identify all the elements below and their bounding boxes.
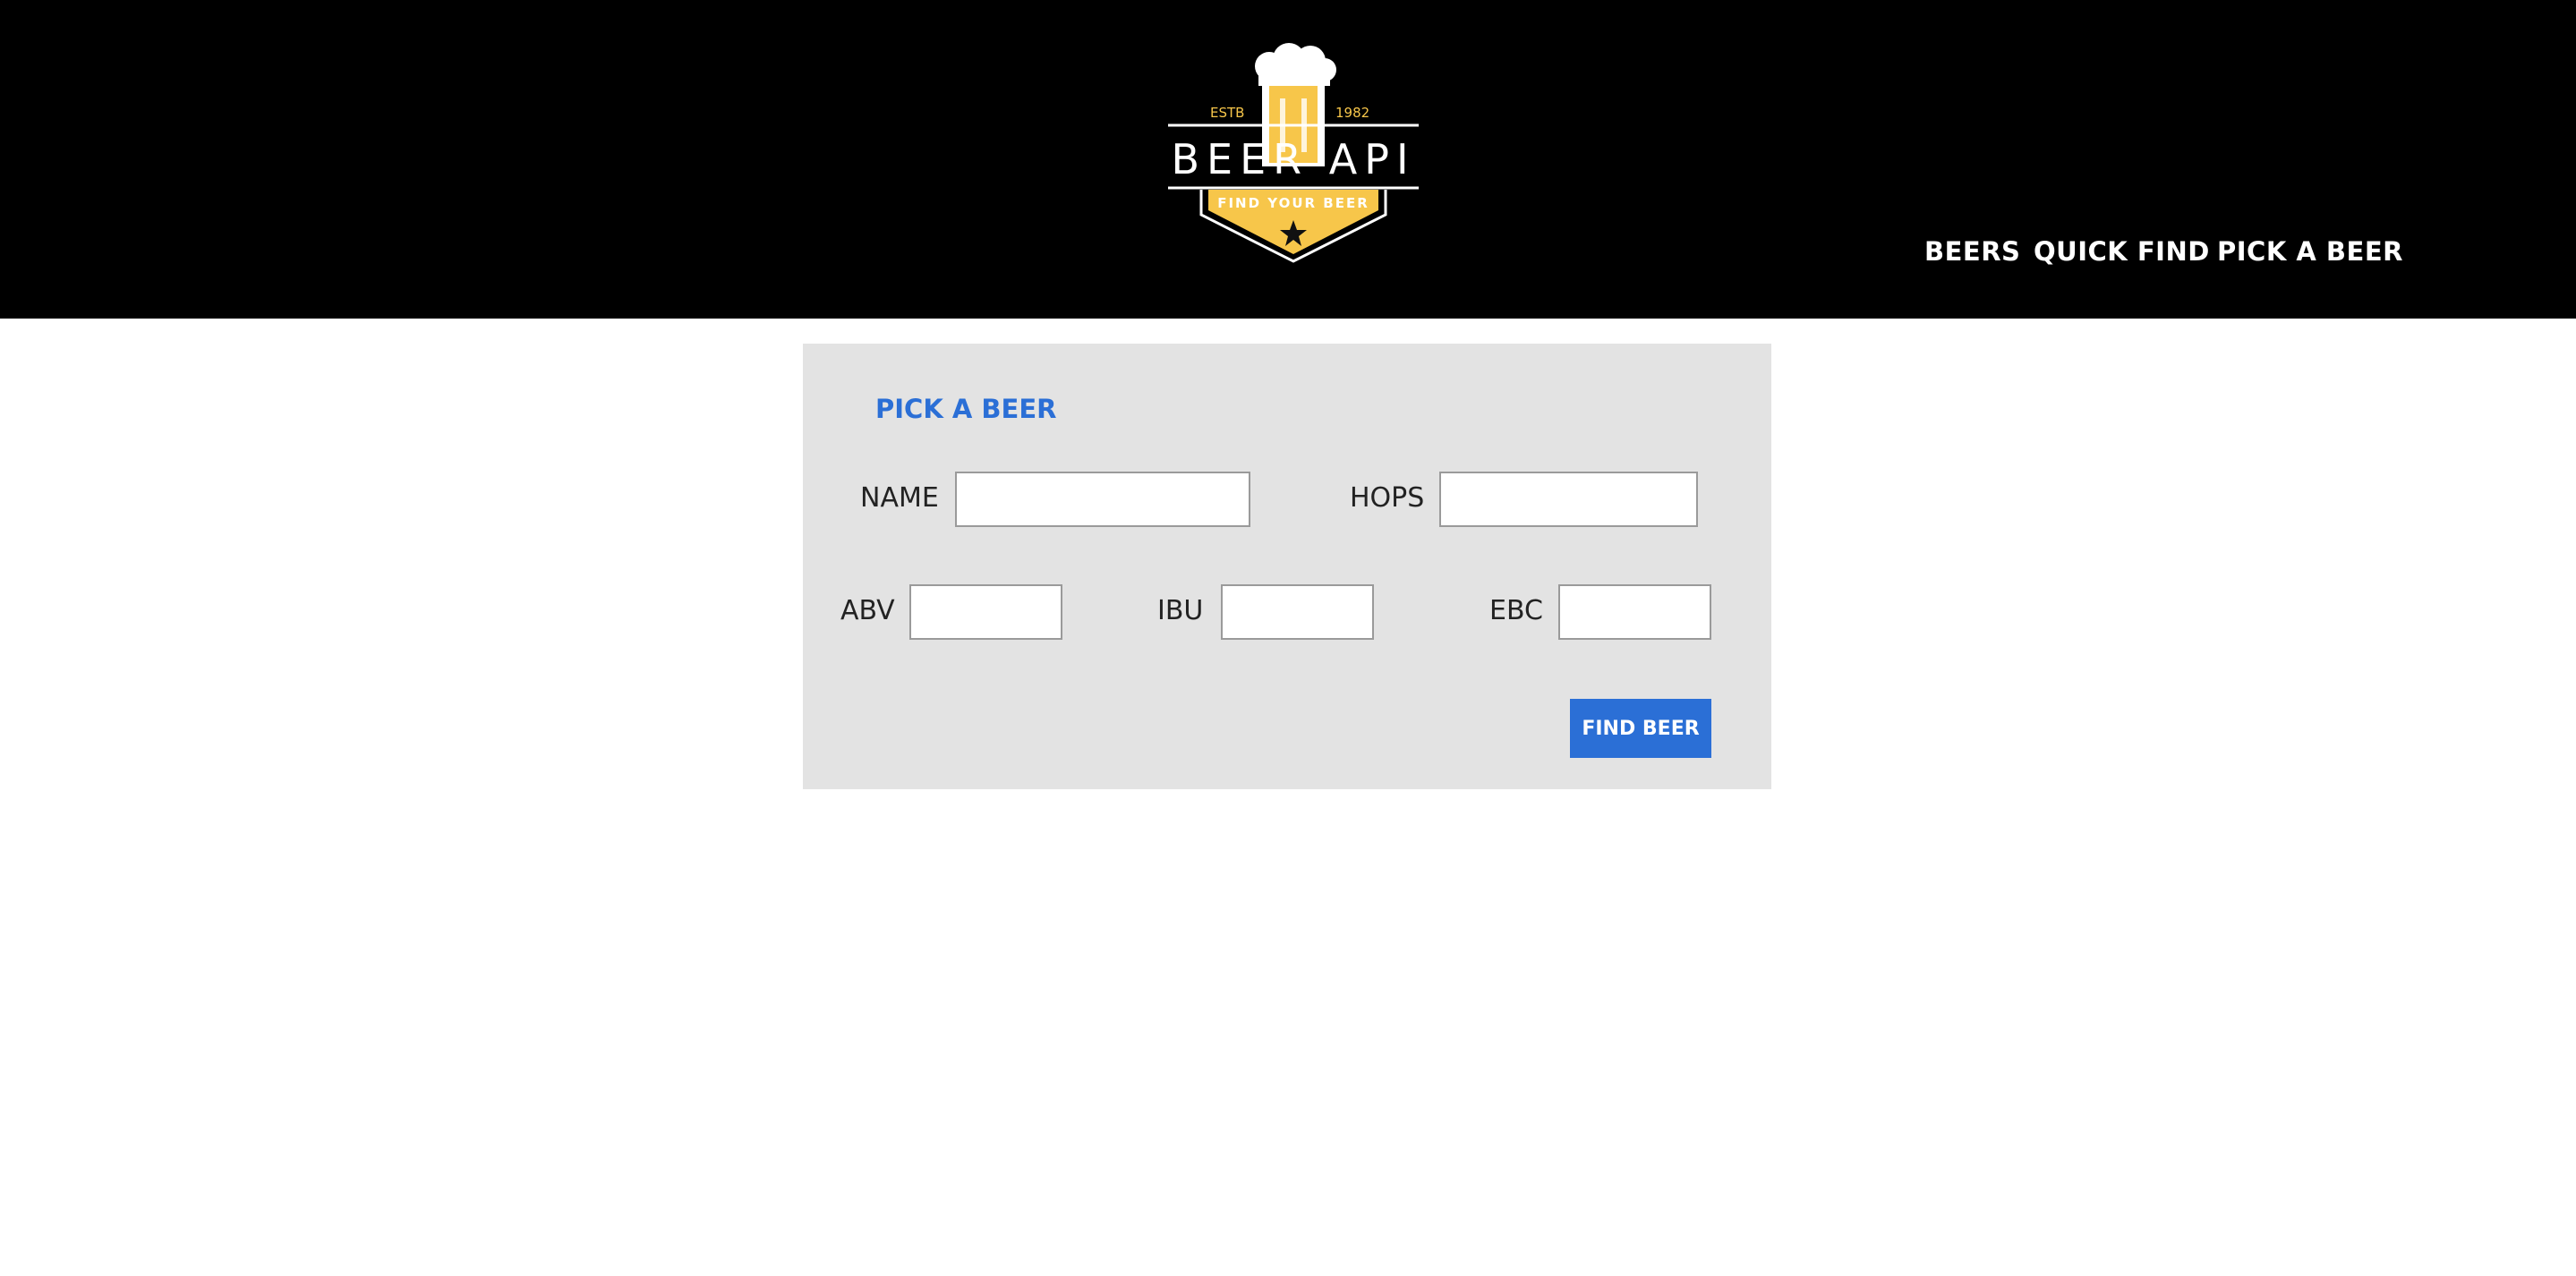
pick-a-beer-panel: PICK A BEER NAME HOPS ABV IBU EBC FIND B… [803,344,1771,789]
panel-title: PICK A BEER [875,394,1057,424]
logo-tagline: FIND YOUR BEER [1217,195,1369,211]
name-input[interactable] [955,472,1250,527]
ibu-input[interactable] [1221,584,1374,640]
logo-year-text: 1982 [1335,105,1369,121]
ibu-label: IBU [1157,595,1204,626]
logo-estb-text: ESTB [1210,105,1244,121]
abv-label: ABV [840,595,895,626]
nav-beers-link[interactable]: BEERS [1924,236,2020,276]
ebc-input[interactable] [1558,584,1711,640]
hops-input[interactable] [1439,472,1698,527]
beer-api-logo[interactable]: ESTB 1982 BEER API FIND YOUR BEER [1164,39,1423,272]
logo-brand-name: BEER API [1171,135,1415,183]
site-header: ESTB 1982 BEER API FIND YOUR BEER BEERS … [0,0,2576,319]
nav-pick-a-beer-link[interactable]: PICK A BEER [2217,236,2403,276]
ebc-label: EBC [1489,595,1543,626]
beer-api-logo-graphic: ESTB 1982 BEER API FIND YOUR BEER [1168,43,1419,263]
nav-quick-find-link[interactable]: QUICK FIND [2034,236,2210,276]
name-label: NAME [860,482,939,514]
hops-label: HOPS [1350,482,1425,514]
abv-input[interactable] [909,584,1062,640]
find-beer-button[interactable]: FIND BEER [1570,699,1711,758]
